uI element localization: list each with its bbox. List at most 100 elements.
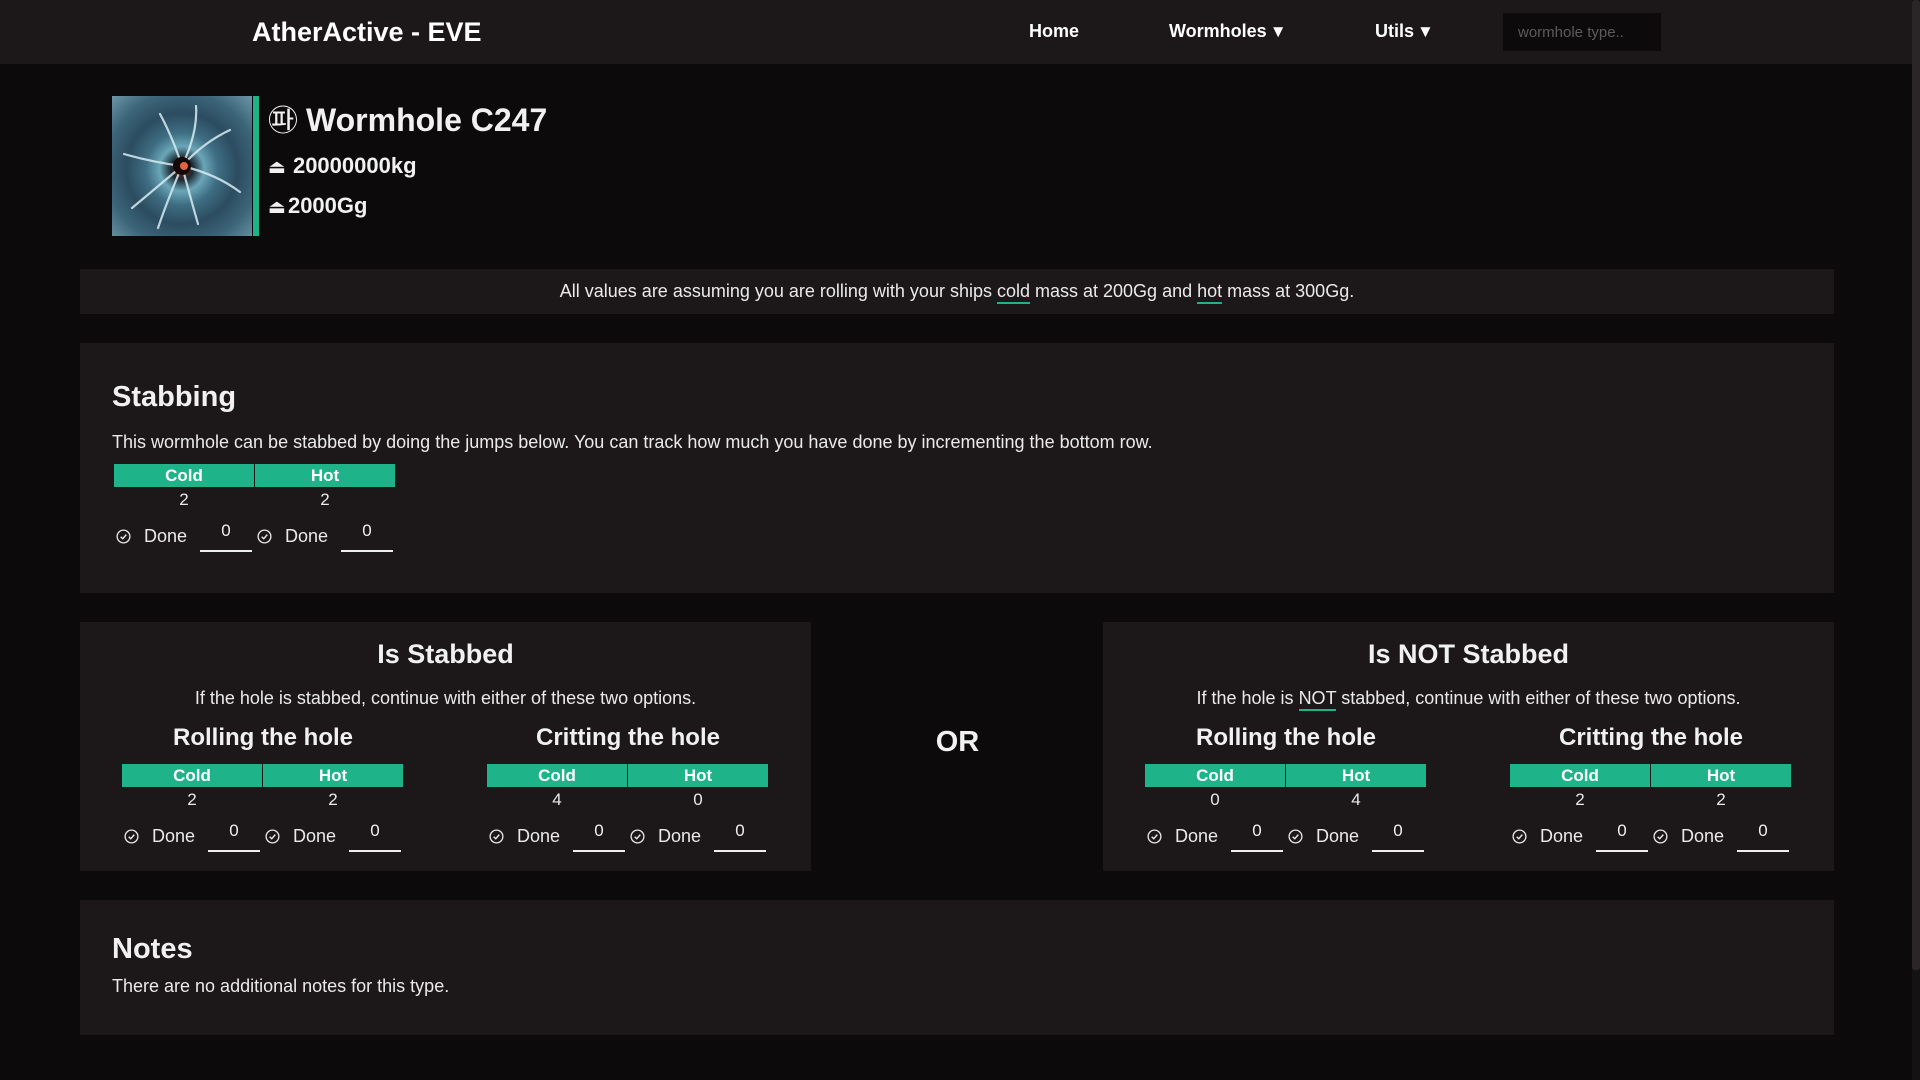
description-text: If the hole is bbox=[1196, 688, 1299, 708]
cold-done-input[interactable] bbox=[200, 518, 252, 552]
stabbing-panel: Stabbing This wormhole can be stabbed by… bbox=[80, 343, 1834, 593]
critting-jump-table: Cold 2 Done Hot 2 Done bbox=[1510, 764, 1792, 858]
brand-title[interactable]: AtherActive - EVE bbox=[252, 0, 482, 64]
hot-jump-count: 4 bbox=[1351, 790, 1361, 809]
nav-wormholes-label: Wormholes bbox=[1169, 21, 1267, 41]
rolling-jump-table: Cold 0 Done Hot 4 Done bbox=[1145, 764, 1427, 858]
done-label: Done bbox=[1316, 826, 1360, 846]
cold-jump-count: 4 bbox=[552, 790, 562, 809]
cold-done-input[interactable] bbox=[573, 818, 625, 852]
cold-done-input[interactable] bbox=[1231, 818, 1283, 852]
done-row: Done bbox=[1651, 814, 1791, 856]
cold-done-input[interactable] bbox=[1596, 818, 1648, 852]
stabbing-title: Stabbing bbox=[112, 381, 237, 413]
page-title-text: Wormhole C247 bbox=[306, 102, 548, 138]
jump-mass-icon: ⏏ bbox=[268, 197, 286, 218]
done-row: Done bbox=[1286, 814, 1426, 856]
done-row: Done bbox=[1145, 814, 1285, 856]
rolling-title: Rolling the hole bbox=[173, 724, 353, 751]
hot-term[interactable]: hot bbox=[1197, 281, 1223, 304]
scrollbar-thumb[interactable] bbox=[1912, 0, 1920, 970]
cold-header: Cold bbox=[122, 764, 262, 787]
nav-home-label: Home bbox=[1029, 21, 1080, 41]
critting-title: Critting the hole bbox=[1559, 724, 1743, 751]
done-label: Done bbox=[152, 826, 196, 846]
nav-home-link[interactable]: Home bbox=[1029, 0, 1079, 64]
cold-header: Cold bbox=[114, 464, 254, 487]
nav-wormholes-dropdown[interactable]: Wormholes ▼ bbox=[1169, 0, 1287, 64]
notes-text: There are no additional notes for this t… bbox=[112, 976, 450, 996]
hot-header: Hot bbox=[255, 464, 395, 487]
hot-jump-count: 0 bbox=[693, 790, 703, 809]
done-label: Done bbox=[1540, 826, 1584, 846]
rolling-title: Rolling the hole bbox=[1196, 724, 1376, 751]
hot-header: Hot bbox=[1651, 764, 1791, 787]
done-row: Done bbox=[263, 814, 403, 856]
notes-panel: Notes There are no additional notes for … bbox=[80, 900, 1834, 1035]
max-mass-value: 20000000kg bbox=[292, 153, 417, 178]
done-row: Done bbox=[487, 814, 627, 856]
rolling-tracker: Rolling the hole Cold 2 Done Hot 2 Done bbox=[122, 724, 404, 852]
description-text: stabbed, continue with either of these t… bbox=[1336, 688, 1741, 708]
rolling-tracker: Rolling the hole Cold 0 Done Hot 4 Done bbox=[1145, 724, 1427, 852]
wormhole-image bbox=[112, 96, 252, 236]
cold-done-input[interactable] bbox=[208, 818, 260, 852]
hot-done-input[interactable] bbox=[714, 818, 766, 852]
done-label: Done bbox=[658, 826, 702, 846]
hot-done-input[interactable] bbox=[341, 518, 393, 552]
notes-title: Notes bbox=[112, 933, 193, 965]
done-row: Done bbox=[114, 514, 254, 556]
is-stabbed-panel: Is Stabbed If the hole is stabbed, conti… bbox=[80, 622, 811, 871]
cold-jump-count: 2 bbox=[1575, 790, 1585, 809]
navbar: AtherActive - EVE Home Wormholes ▼ Utils ▼ bbox=[0, 0, 1920, 64]
caret-down-icon: ▼ bbox=[1269, 22, 1287, 41]
check-circle-icon bbox=[630, 829, 645, 844]
jump-mass-value: 2000Gg bbox=[287, 193, 368, 218]
cold-jump-count: 0 bbox=[1210, 790, 1220, 809]
check-circle-icon bbox=[1288, 829, 1303, 844]
done-row: Done bbox=[255, 514, 395, 556]
nav-utils-dropdown[interactable]: Utils ▼ bbox=[1375, 0, 1434, 64]
check-circle-icon bbox=[265, 829, 280, 844]
hot-done-input[interactable] bbox=[1372, 818, 1424, 852]
rolling-jump-table: Cold 2 Done Hot 2 Done bbox=[122, 764, 404, 858]
done-label: Done bbox=[517, 826, 561, 846]
cold-jump-count: 2 bbox=[187, 790, 197, 809]
is-stabbed-title: Is Stabbed bbox=[377, 639, 514, 669]
cold-header: Cold bbox=[1510, 764, 1650, 787]
check-circle-icon bbox=[124, 829, 139, 844]
jump-mass: ⏏2000Gg bbox=[268, 191, 367, 221]
check-circle-icon bbox=[489, 829, 504, 844]
search-input[interactable] bbox=[1503, 13, 1661, 51]
or-label: OR bbox=[935, 726, 980, 758]
cold-term[interactable]: cold bbox=[996, 281, 1030, 304]
critting-title: Critting the hole bbox=[536, 724, 720, 751]
cold-header: Cold bbox=[487, 764, 627, 787]
info-text: All values are assuming you are rolling … bbox=[559, 281, 997, 301]
hot-done-input[interactable] bbox=[1737, 818, 1789, 852]
done-row: Done bbox=[628, 814, 768, 856]
caret-down-icon: ▼ bbox=[1417, 22, 1434, 41]
cold-jump-count: 2 bbox=[179, 490, 189, 509]
critting-tracker: Critting the hole Cold 2 Done Hot 2 Done bbox=[1510, 724, 1792, 852]
check-circle-icon bbox=[1147, 829, 1162, 844]
not-stabbed-description: If the hole is NOT stabbed, continue wit… bbox=[1103, 688, 1834, 711]
check-circle-icon bbox=[257, 529, 272, 544]
page-title: ㉺ Wormhole C247 bbox=[268, 98, 547, 142]
check-circle-icon bbox=[1653, 829, 1668, 844]
check-circle-icon bbox=[116, 529, 131, 544]
cold-header: Cold bbox=[1145, 764, 1285, 787]
info-text: mass at 200Gg and bbox=[1030, 281, 1198, 301]
not-stabbed-panel: Is NOT Stabbed If the hole is NOT stabbe… bbox=[1103, 622, 1834, 871]
not-term[interactable]: NOT bbox=[1298, 688, 1337, 711]
done-label: Done bbox=[144, 526, 188, 546]
done-label: Done bbox=[293, 826, 337, 846]
hot-done-input[interactable] bbox=[349, 818, 401, 852]
not-stabbed-title: Is NOT Stabbed bbox=[1367, 639, 1570, 669]
hot-header: Hot bbox=[263, 764, 403, 787]
is-stabbed-description: If the hole is stabbed, continue with ei… bbox=[194, 688, 697, 708]
done-label: Done bbox=[1175, 826, 1219, 846]
stabbing-jump-table: Cold 2 Done Hot 2 Done bbox=[114, 464, 396, 558]
hot-jump-count: 2 bbox=[328, 790, 338, 809]
hot-header: Hot bbox=[628, 764, 768, 787]
